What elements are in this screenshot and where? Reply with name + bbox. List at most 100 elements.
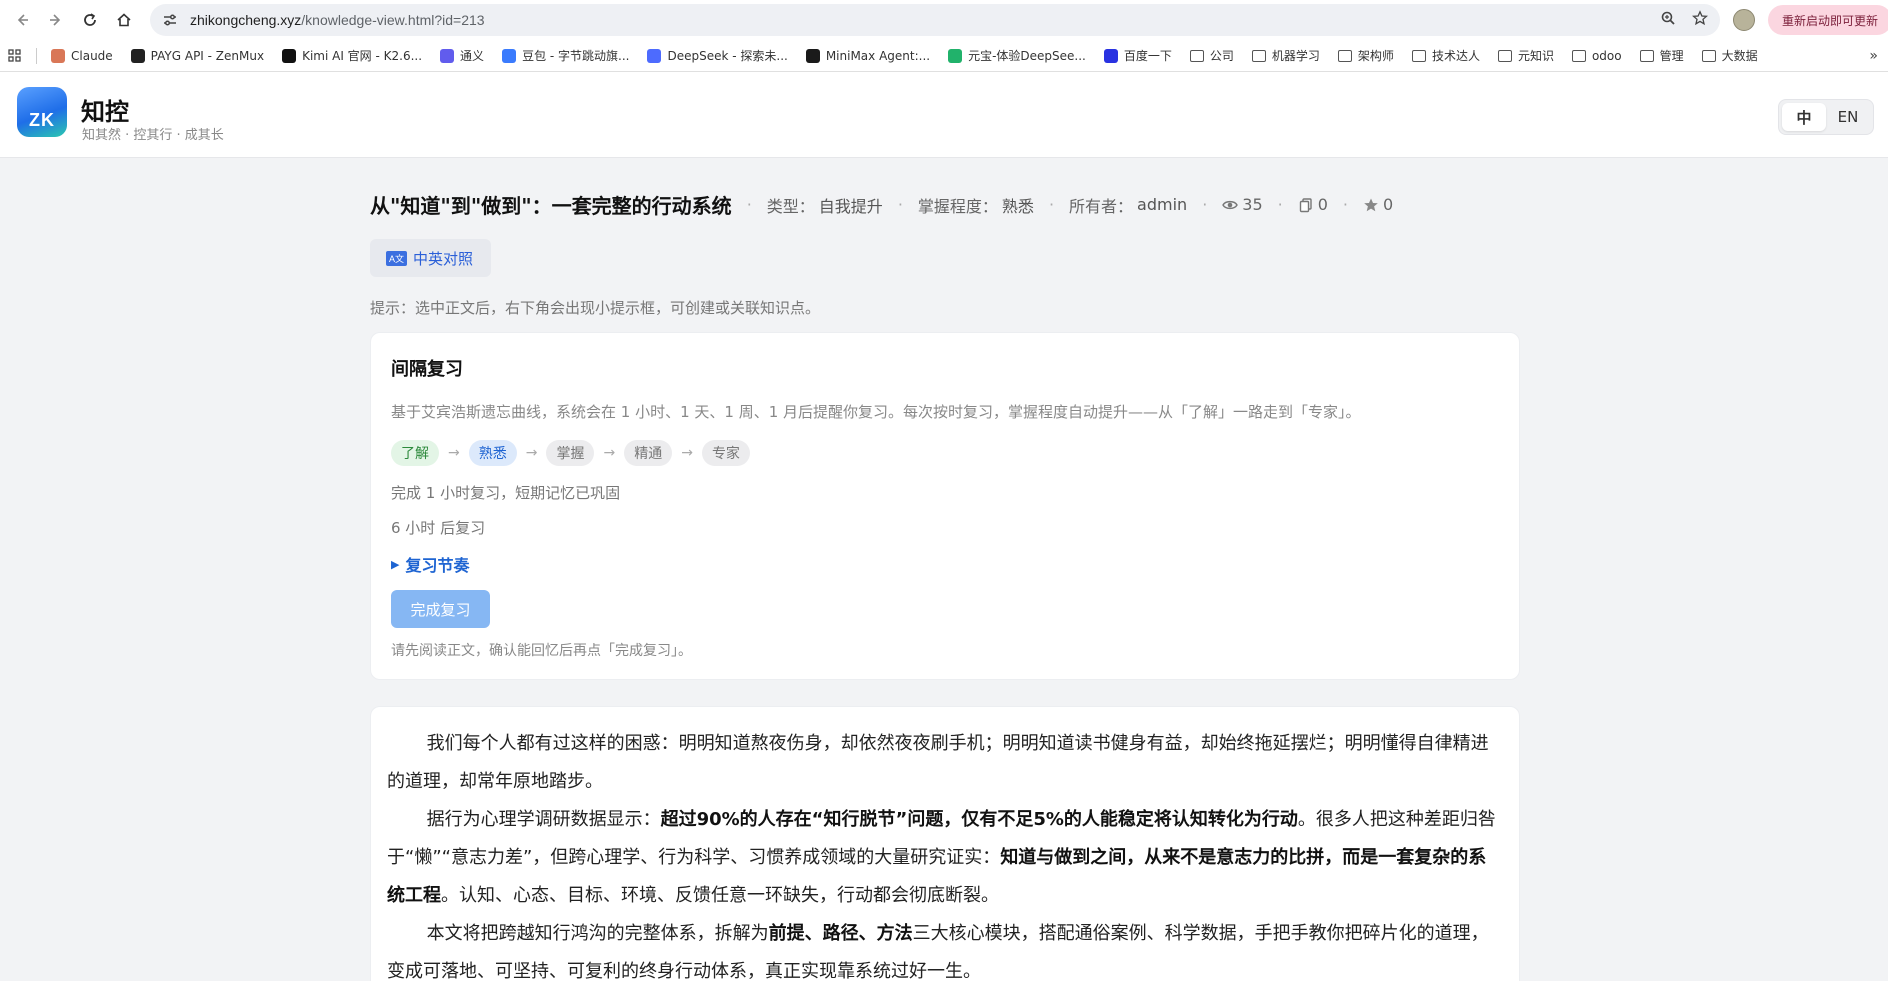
url-path: /knowledge-view.html?id=213 [301,12,485,28]
restart-update-button[interactable]: 重新启动即可更新 [1768,5,1888,35]
level-pill: 掌握 [546,440,595,466]
text-run: 据行为心理学调研数据显示： [426,809,661,830]
arrow-icon: → [603,445,616,461]
review-note: 请先阅读正文，确认能回忆后再点「完成复习」。 [391,643,692,659]
copies-count: 0 [1317,195,1328,214]
app-header: ZK 知控 知其然 · 控其行 · 成其长 中 EN [0,72,1888,158]
bookmark-item[interactable]: 管理 [1639,47,1684,64]
article-paragraph: 本文将把跨越知行鸿沟的完整体系，拆解为前提、路径、方法三大核心模块，搭配通俗案例… [387,915,1497,981]
bookmark-item[interactable]: Claude [51,48,113,63]
bookmark-label: 大数据 [1721,49,1758,63]
bookmark-label: Claude [71,48,113,63]
review-rhythm-toggle[interactable]: ▶ 复习节奏 [391,552,1499,576]
reload-icon[interactable] [76,6,104,34]
stars-count: 0 [1383,195,1394,214]
browser-toolbar: zhikongcheng.xyz/knowledge-view.html?id=… [0,0,1888,40]
kimi-icon [282,48,297,63]
tongyi-icon [440,48,455,63]
star-icon[interactable] [1363,197,1379,213]
caret-right-icon: ▶ [391,557,400,571]
forward-icon[interactable] [42,6,70,34]
lang-en-button[interactable]: EN [1826,103,1870,131]
selection-hint: 提示：选中正文后，右下角会出现小提示框，可创建或关联知识点。 [370,299,821,317]
bookmark-item[interactable]: 公司 [1189,47,1234,64]
baidu-icon [1103,48,1118,63]
address-bar[interactable]: zhikongcheng.xyz/knowledge-view.html?id=… [150,4,1720,36]
main-content: 从"知道"到"做到"：一套完整的行动系统 · 类型： 自我提升 · 掌握程度： 熟悉… [370,190,1520,981]
bold-text: 前提、路径、方法 [768,923,913,944]
bookmark-label: 公司 [1209,49,1234,63]
arrow-icon: → [681,445,693,461]
bookmark-label: odoo [1591,48,1622,63]
doubao-icon [502,48,517,63]
minimax-icon [805,48,820,63]
bilingual-compare-label: 中英对照 [413,249,474,268]
views-count: 35 [1242,195,1263,214]
level-pill: 专家 [701,440,750,466]
bookmark-item[interactable]: PAYG API - ZenMux [130,48,265,63]
bookmark-item[interactable]: 元宝-体验DeepSee... [948,47,1086,64]
apps-grid-icon[interactable] [8,48,22,63]
article-body-card: 我们每个人都有过这样的困惑：明明知道熬夜伤身，却依然夜夜刷手机；明明知道读书健身… [370,706,1520,981]
arrow-icon: → [525,445,538,461]
folder-icon [1411,49,1426,62]
bookmark-label: 管理 [1659,49,1684,63]
bookmarks-bar: Claude PAYG API - ZenMux Kimi AI 官网 - K2.6… [0,40,1888,72]
site-settings-icon[interactable] [162,12,178,28]
deepseek-icon [647,48,662,63]
owner-value: admin [1137,195,1188,214]
back-icon[interactable] [8,6,36,34]
bookmark-label: 元宝-体验DeepSee... [968,49,1086,63]
folder-icon [1337,49,1352,62]
folder-icon [1639,49,1654,62]
bookmark-star-icon[interactable] [1692,10,1708,30]
next-review-time: 6 小时 后复习 [391,519,486,537]
complete-review-button[interactable]: 完成复习 [391,590,490,628]
zoom-icon[interactable] [1660,10,1676,30]
language-switch: 中 EN [1778,99,1874,135]
article-title-row: 从"知道"到"做到"：一套完整的行动系统 · 类型： 自我提升 · 掌握程度： 熟悉… [370,190,1520,219]
bookmark-item[interactable]: 机器学习 [1251,47,1320,64]
bookmark-item[interactable]: 通义 [440,47,484,64]
type-value: 自我提升 [818,196,883,216]
bold-text: 超过90%的人存在“知行脱节”问题，仅有不足5%的人能稳定将认知转化为行动 [660,809,1298,830]
url-text[interactable]: zhikongcheng.xyz/knowledge-view.html?id=… [190,12,485,28]
bookmark-label: Kimi AI 官网 - K2.6... [302,49,423,63]
lang-zh-button[interactable]: 中 [1782,103,1826,131]
bookmark-label: PAYG API - ZenMux [150,48,265,63]
article-meta: · 类型： 自我提升 · 掌握程度： 熟悉 · 所有者： admin · 35 · 0… [732,193,1394,217]
review-status: 完成 1 小时复习，短期记忆已巩固 [391,484,621,502]
bookmark-item[interactable]: 百度一下 [1103,47,1172,64]
bookmark-label: DeepSeek - 探索未... [667,49,788,63]
bookmark-item[interactable]: odoo [1571,48,1622,63]
bookmark-item[interactable]: 豆包 - 字节跳动旗... [502,47,629,64]
level-pill: 精通 [624,440,673,466]
level-pill: 了解 [391,440,439,466]
bookmark-item[interactable]: 大数据 [1701,47,1758,64]
folder-icon [1189,49,1204,62]
bookmark-label: 架构师 [1357,49,1394,63]
translate-icon: A文 [386,250,408,266]
bookmark-item[interactable]: Kimi AI 官网 - K2.6... [282,47,422,64]
mastery-value: 熟悉 [1001,196,1034,216]
mastery-levels: 了解 → 熟悉 → 掌握 → 精通 → 专家 [391,440,1499,466]
bookmark-item[interactable]: 架构师 [1337,47,1394,64]
arrow-icon: → [448,445,460,461]
bookmark-item[interactable]: MiniMax Agent:... [805,48,931,63]
eye-icon [1222,197,1239,213]
bookmarks-more-icon[interactable]: » [1869,48,1878,64]
bookmarks-separator [36,47,37,64]
article-paragraph: 据行为心理学调研数据显示：超过90%的人存在“知行脱节”问题，仅有不足5%的人能… [387,801,1497,915]
home-icon[interactable] [110,6,138,34]
bookmark-label: 元知识 [1517,49,1554,63]
bookmark-item[interactable]: 技术达人 [1411,47,1480,64]
bilingual-compare-button[interactable]: A文 中英对照 [370,239,492,277]
profile-avatar[interactable] [1733,9,1755,31]
bookmark-label: 百度一下 [1123,49,1172,63]
spaced-review-card: 间隔复习 基于艾宾浩斯遗忘曲线，系统会在 1 小时、1 天、1 周、1 月后提醒… [370,332,1520,680]
app-logo[interactable]: ZK [17,87,67,137]
bookmark-label: MiniMax Agent:... [825,48,931,63]
brand-subtitle: 知其然 · 控其行 · 成其长 [82,128,224,143]
bookmark-item[interactable]: 元知识 [1497,47,1554,64]
bookmark-item[interactable]: DeepSeek - 探索未... [647,47,788,64]
